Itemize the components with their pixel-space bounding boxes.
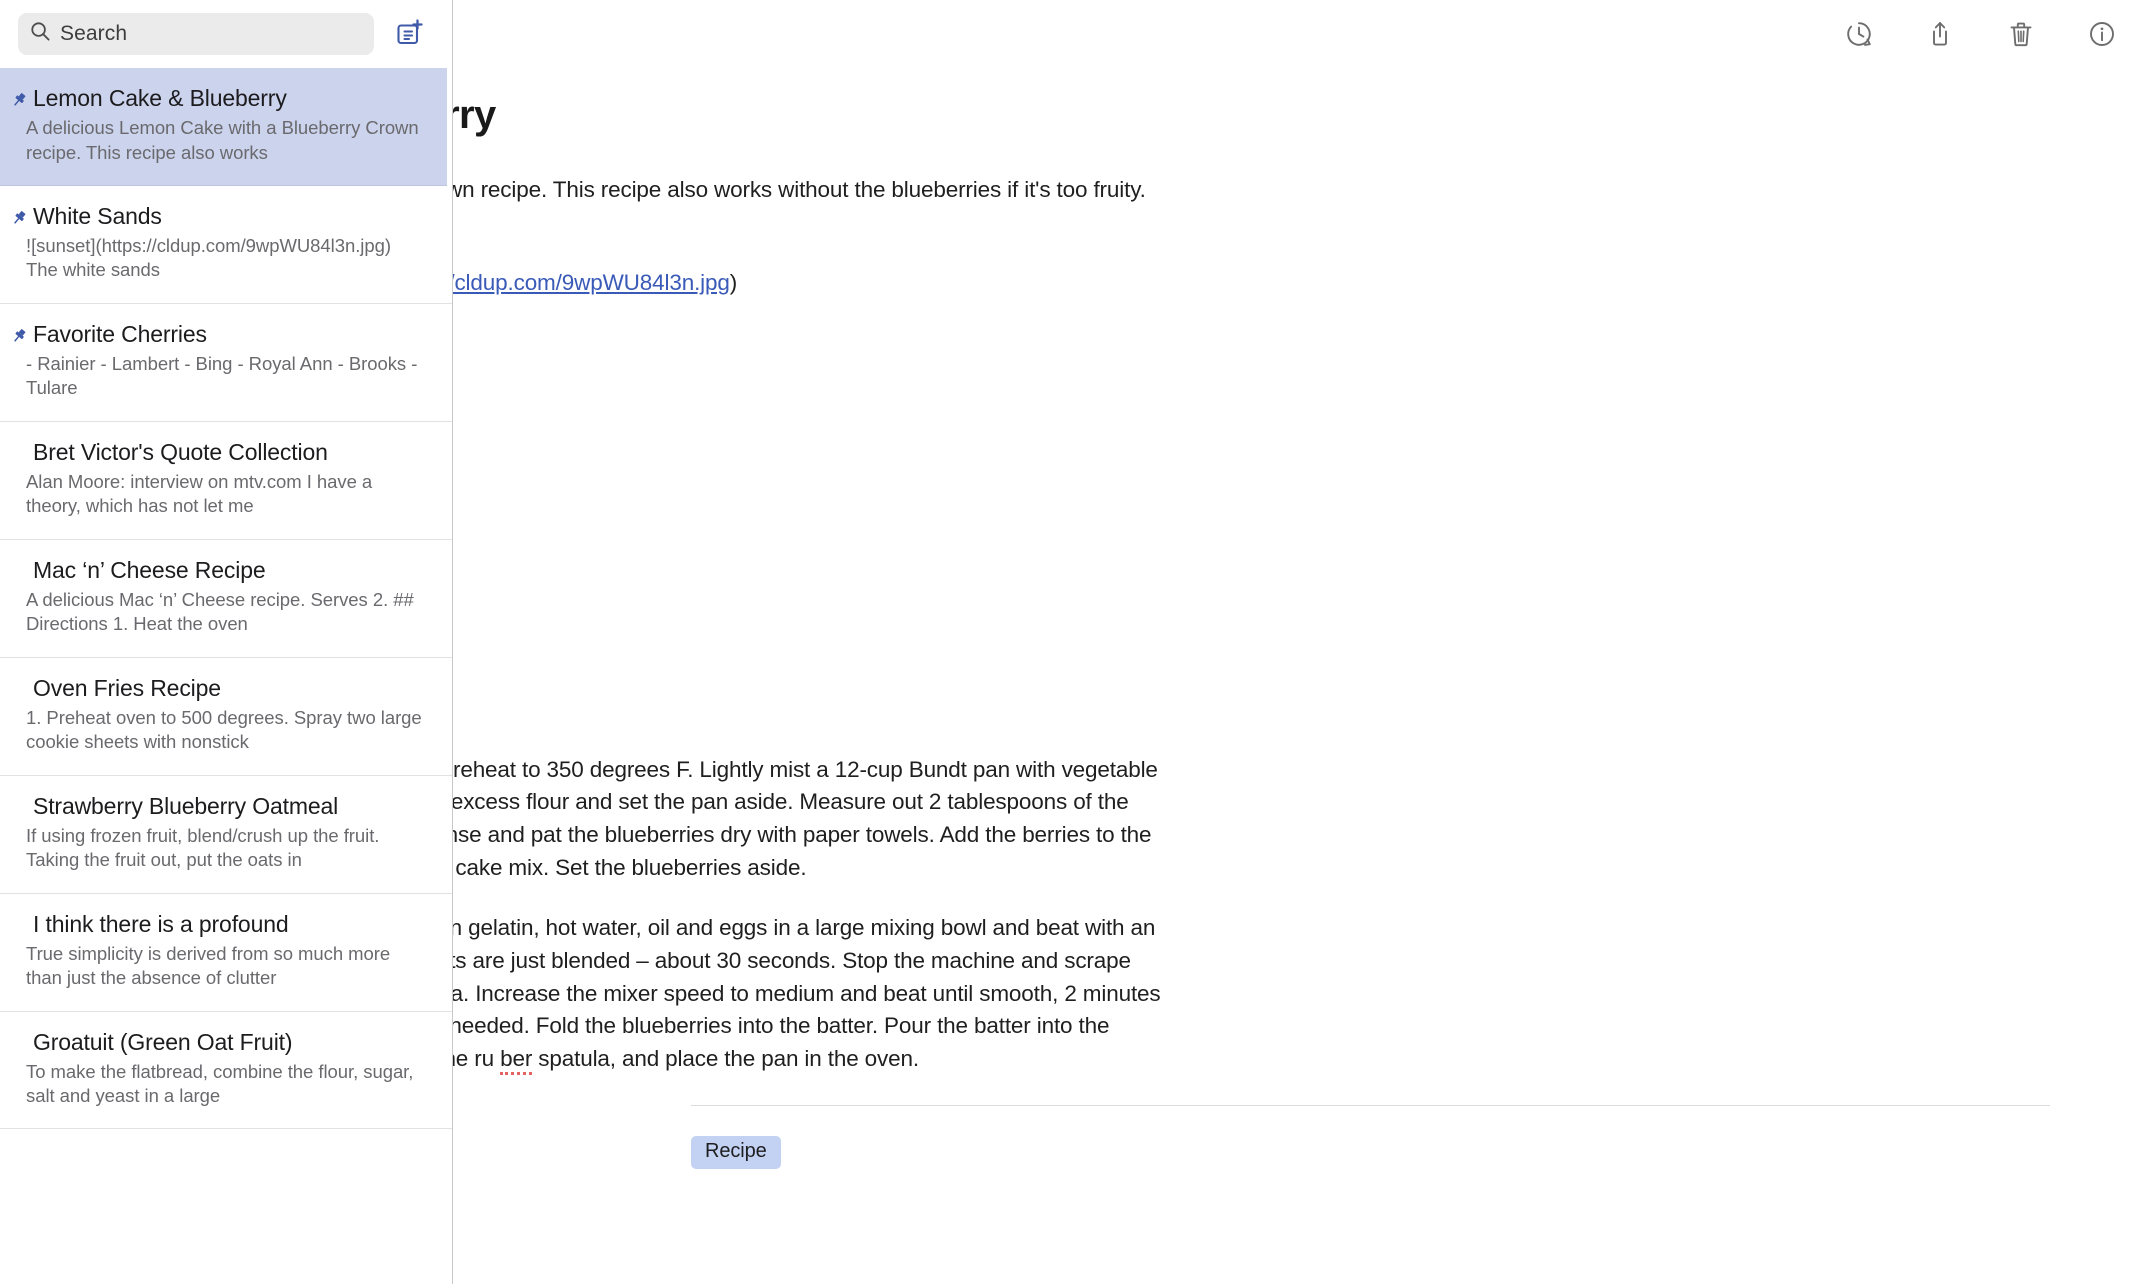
ingredient-item[interactable]: 2/3 cup vegetable oil xyxy=(453,558,2050,591)
pin-icon xyxy=(11,328,26,349)
list-item[interactable]: Strawberry Blueberry Oatmeal If using fr… xyxy=(0,775,452,894)
direction-step-2-text-b: spatula, and place the pan in the oven. xyxy=(532,1045,919,1071)
editor-toolbar xyxy=(453,0,2150,68)
list-item-snippet: 1. Preheat oven to 500 degrees. Spray tw… xyxy=(26,706,422,753)
ingredient-item[interactable]: 2 medium lemons xyxy=(453,624,2050,657)
list-item-snippet: If using frozen fruit, blend/crush up th… xyxy=(26,824,380,871)
tag-bar: Recipe xyxy=(691,1105,2050,1191)
ingredient-item[interactable]: 1 plain yellow cake xyxy=(453,426,2050,459)
info-icon[interactable] xyxy=(2084,16,2120,52)
list-item-title: Oven Fries Recipe xyxy=(33,674,221,701)
directions-heading: ## Directions xyxy=(453,720,2050,752)
ingredient-item[interactable]: 4 large eggs xyxy=(453,591,2050,624)
list-item[interactable]: Mac ‘n’ Cheese Recipe A delicious Mac ‘n… xyxy=(0,539,452,658)
direction-step-2: 2. Place the remaining cake mix and the … xyxy=(453,912,1171,1075)
page-title: # Lemon Cake & Blueberry xyxy=(453,93,496,137)
note-body[interactable]: # Lemon Cake & Blueberry A delicious Lem… xyxy=(453,68,2150,1284)
intro-paragraph: A delicious Lemon Cake with a Blueberry … xyxy=(453,177,1146,202)
list-item[interactable]: White Sands ![sunset](https://cldup.com/… xyxy=(0,185,452,304)
list-item-title: Groatuit (Green Oat Fruit) xyxy=(33,1028,293,1055)
image-markdown-suffix: ) xyxy=(729,270,738,296)
list-item-title: I think there is a profound xyxy=(33,910,289,937)
ingredient-item[interactable]: 1 (3oz) lemon gelatin xyxy=(453,492,2050,525)
list-item-title: Lemon Cake & Blueberry xyxy=(33,85,287,111)
ingredient-item[interactable]: 1 to 2 cups confectioners’ sugar, sifted xyxy=(453,657,2050,690)
list-item[interactable]: Bret Victor's Quote Collection Alan Moor… xyxy=(0,421,452,540)
trash-icon[interactable] xyxy=(2003,16,2039,52)
search-icon xyxy=(30,21,51,47)
list-item-snippet: Alan Moore: interview on mtv.com I have … xyxy=(26,470,373,517)
sidebar-header: Search xyxy=(0,0,452,68)
list-item-title: Bret Victor's Quote Collection xyxy=(33,438,328,465)
list-item[interactable]: Lemon Cake & Blueberry A delicious Lemon… xyxy=(0,68,447,186)
misspelled-word: ber xyxy=(500,1045,532,1075)
direction-step-1: 1. Place a rack in the center of the ove… xyxy=(453,756,1158,880)
share-icon[interactable] xyxy=(1922,16,1958,52)
list-item-snippet: ![sunset](https://cldup.com/9wpWU84l3n.j… xyxy=(26,235,391,281)
status-badge[interactable]: Recipe xyxy=(691,1136,781,1170)
ingredient-item[interactable]: 2/3 cup hot water xyxy=(453,525,2050,558)
ingredient-item[interactable]: 1-1/2 cups fresh blueberries xyxy=(453,459,2050,492)
list-item-snippet: - Rainier - Lambert - Bing - Royal Ann -… xyxy=(26,353,418,399)
list-item-title: Strawberry Blueberry Oatmeal xyxy=(33,792,339,819)
list-item-snippet: A delicious Mac ‘n’ Cheese recipe. Serve… xyxy=(26,588,414,635)
ingredients-section: ## Ingredients Vegetable Oil Flour 1 pla… xyxy=(453,328,2050,690)
list-item[interactable]: Oven Fries Recipe 1. Preheat oven to 500… xyxy=(0,657,452,776)
list-item-title: Favorite Cherries xyxy=(33,320,207,347)
search-placeholder: Search xyxy=(60,22,128,45)
list-item[interactable]: I think there is a profound True simplic… xyxy=(0,893,452,1012)
list-item-title: Mac ‘n’ Cheese Recipe xyxy=(33,556,266,583)
list-item-snippet: True simplicity is derived from so much … xyxy=(26,942,391,989)
list-item-snippet: To make the flatbread, combine the flour… xyxy=(26,1060,414,1107)
ingredient-item[interactable]: Vegetable Oil xyxy=(453,360,2050,393)
history-icon[interactable] xyxy=(1841,16,1877,52)
image-url-link[interactable]: https://cldup.com/9wpWU84l3n.jpg xyxy=(453,270,730,295)
sidebar: Search Lemon Cake & Blueberry A deliciou… xyxy=(0,0,453,1284)
list-item[interactable]: Groatuit (Green Oat Fruit) To make the f… xyxy=(0,1011,452,1130)
ingredients-heading: ## Ingredients xyxy=(453,328,2050,360)
search-input[interactable]: Search xyxy=(18,13,374,55)
note-editor-pane: # Lemon Cake & Blueberry A delicious Lem… xyxy=(453,0,2150,1284)
notes-app: Search Lemon Cake & Blueberry A deliciou… xyxy=(0,0,2150,1284)
list-item-snippet: A delicious Lemon Cake with a Blueberry … xyxy=(26,117,419,163)
note-list[interactable]: Lemon Cake & Blueberry A delicious Lemon… xyxy=(0,68,452,1284)
list-item[interactable]: Favorite Cherries - Rainier - Lambert - … xyxy=(0,303,452,422)
pin-icon xyxy=(11,210,26,231)
ingredient-item[interactable]: Flour xyxy=(453,393,2050,426)
new-note-icon[interactable] xyxy=(390,14,430,54)
pin-icon xyxy=(11,92,26,113)
image-markdown-line: ![Lemon Cake with a Blueberry Crown](htt… xyxy=(453,267,1171,300)
list-item-title: White Sands xyxy=(33,202,162,229)
